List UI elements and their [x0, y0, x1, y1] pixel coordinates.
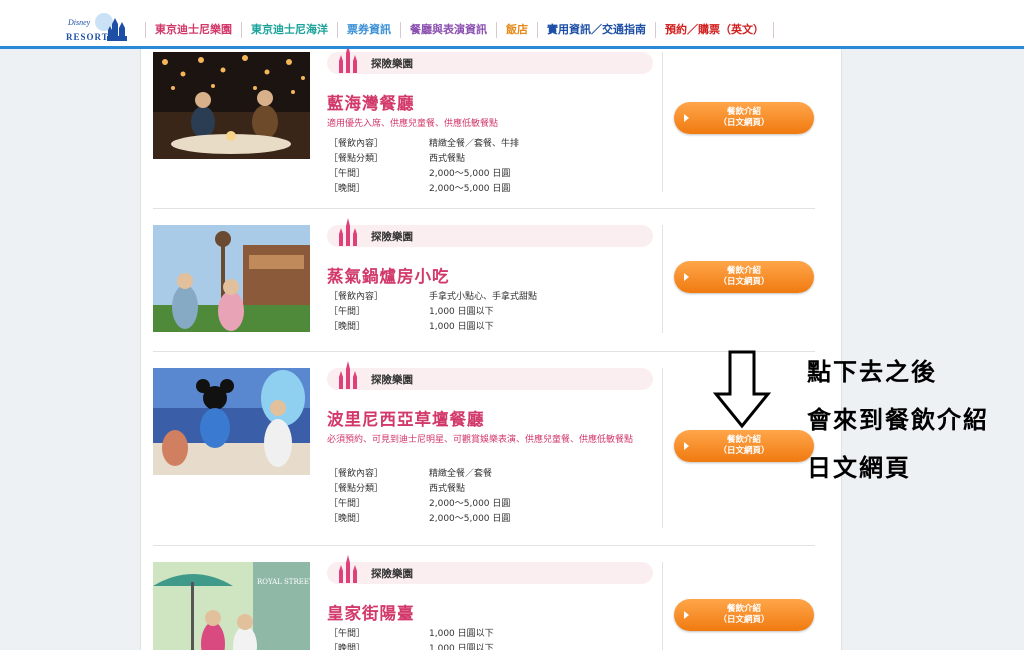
top-navigation-bar: Disney RESORT 東京迪士尼樂園 東京迪士尼海洋 票券資訊 餐廳與表演…	[0, 0, 1024, 49]
restaurant-features: 適用優先入席、供應兒童餐、供應低敏餐點	[327, 119, 499, 129]
info-row: ［午間］ 2,000～5,000 日圓	[329, 169, 511, 179]
info-row: ［晚間］ 2,000～5,000 日圓	[329, 184, 511, 194]
annotation-line-1: 點下去之後	[807, 358, 937, 386]
annotation-line-2: 會來到餐飲介紹	[807, 406, 989, 434]
dining-info-button[interactable]: 餐飲介紹 （日文網頁）	[674, 102, 814, 134]
info-row: ［餐飲內容］ 精緻全餐／套餐、牛排	[329, 139, 520, 149]
dining-info-button[interactable]: 餐飲介紹 （日文網頁）	[674, 261, 814, 293]
restaurant-photo	[153, 225, 310, 332]
disney-resort-logo[interactable]: Disney RESORT	[66, 10, 132, 44]
area-label-text: 探險樂園	[371, 568, 413, 580]
restaurant-features: 必須預約、可見到迪士尼明星、可觀賞娛樂表演、供應兒童餐、供應低敏餐點	[327, 435, 634, 445]
info-row: ［午間］ 1,000 日圓以下	[329, 629, 494, 639]
restaurant-list-panel: 探險樂園 藍海灣餐廳 適用優先入席、供應兒童餐、供應低敏餐點 ［餐飲內容］ 精緻全…	[140, 46, 842, 650]
restaurant-name: 藍海灣餐廳	[327, 94, 415, 113]
svg-text:ROYAL STREET: ROYAL STREET	[257, 578, 310, 586]
nav-info-access[interactable]: 實用資訊／交通指南	[537, 22, 655, 38]
info-row: ［午間］ 1,000 日圓以下	[329, 307, 494, 317]
nav-hotels[interactable]: 飯店	[496, 22, 537, 38]
area-label: 探險樂園	[327, 555, 653, 584]
entry-separator	[153, 208, 815, 209]
nav-tokyo-disneyland[interactable]: 東京迪士尼樂園	[145, 22, 241, 38]
info-row: ［晚間］ 1,000 日圓以下	[329, 322, 494, 332]
info-row: ［晚間］ 1,000 日圓以下	[329, 644, 494, 650]
info-row: ［餐飲內容］ 精緻全餐／套餐	[329, 469, 493, 479]
info-row: ［餐飲內容］ 手拿式小點心、手拿式甜點	[329, 292, 538, 302]
restaurant-entry: 探險樂園 蒸氣鍋爐房小吃 ［餐飲內容］ 手拿式小點心、手拿式甜點 ［午間］ 1,00…	[153, 218, 815, 355]
info-row: ［晚間］ 2,000～5,000 日圓	[329, 514, 511, 524]
column-divider	[662, 562, 663, 650]
castle-icon	[339, 46, 357, 73]
dining-info-button[interactable]: 餐飲介紹 （日文網頁）	[674, 430, 814, 462]
entry-separator	[153, 545, 815, 546]
area-label: 探險樂園	[327, 218, 653, 247]
restaurant-photo	[153, 368, 310, 475]
nav-tickets[interactable]: 票券資訊	[337, 22, 400, 38]
restaurant-entry: 探險樂園 藍海灣餐廳 適用優先入席、供應兒童餐、供應低敏餐點 ［餐飲內容］ 精緻全…	[153, 46, 815, 202]
nav-reservations-english[interactable]: 預約／購票（英文）	[655, 22, 774, 38]
dining-info-button[interactable]: 餐飲介紹 （日文網頁）	[674, 599, 814, 631]
area-label: 探險樂園	[327, 361, 653, 390]
restaurant-name: 皇家街陽臺	[327, 604, 415, 623]
info-row: ［餐點分類］ 西式餐點	[329, 484, 466, 494]
area-label-text: 探險樂園	[371, 374, 413, 386]
castle-icon	[339, 218, 357, 246]
column-divider	[662, 52, 663, 192]
logo-resort-text: RESORT	[66, 32, 109, 42]
castle-icon	[339, 361, 357, 389]
restaurant-name: 蒸氣鍋爐房小吃	[327, 267, 450, 286]
restaurant-photo: ROYAL STREET	[153, 562, 310, 650]
restaurant-entry: ROYAL STREET 探險樂園 皇家街陽臺 ［午間］ 1,000 日圓以下 ［…	[153, 555, 815, 650]
column-divider	[662, 225, 663, 333]
area-label-text: 探險樂園	[371, 231, 413, 243]
area-label: 探險樂園	[327, 46, 653, 74]
nav-tokyo-disneysea[interactable]: 東京迪士尼海洋	[241, 22, 337, 38]
column-divider	[662, 368, 663, 528]
logo-disney-text: Disney	[68, 18, 91, 27]
info-row: ［餐點分類］ 西式餐點	[329, 154, 466, 164]
info-row: ［午間］ 2,000～5,000 日圓	[329, 499, 511, 509]
area-label-text: 探險樂園	[371, 58, 413, 70]
nav-dining-shows[interactable]: 餐廳與表演資訊	[400, 22, 496, 38]
down-arrow-icon	[712, 350, 772, 429]
annotation-line-3: 日文網頁	[807, 454, 911, 482]
main-nav: 東京迪士尼樂園 東京迪士尼海洋 票券資訊 餐廳與表演資訊 飯店 實用資訊／交通指…	[145, 22, 774, 40]
restaurant-name: 波里尼西亞草壇餐廳	[327, 410, 485, 429]
restaurant-photo	[153, 52, 310, 159]
castle-icon	[339, 555, 357, 583]
